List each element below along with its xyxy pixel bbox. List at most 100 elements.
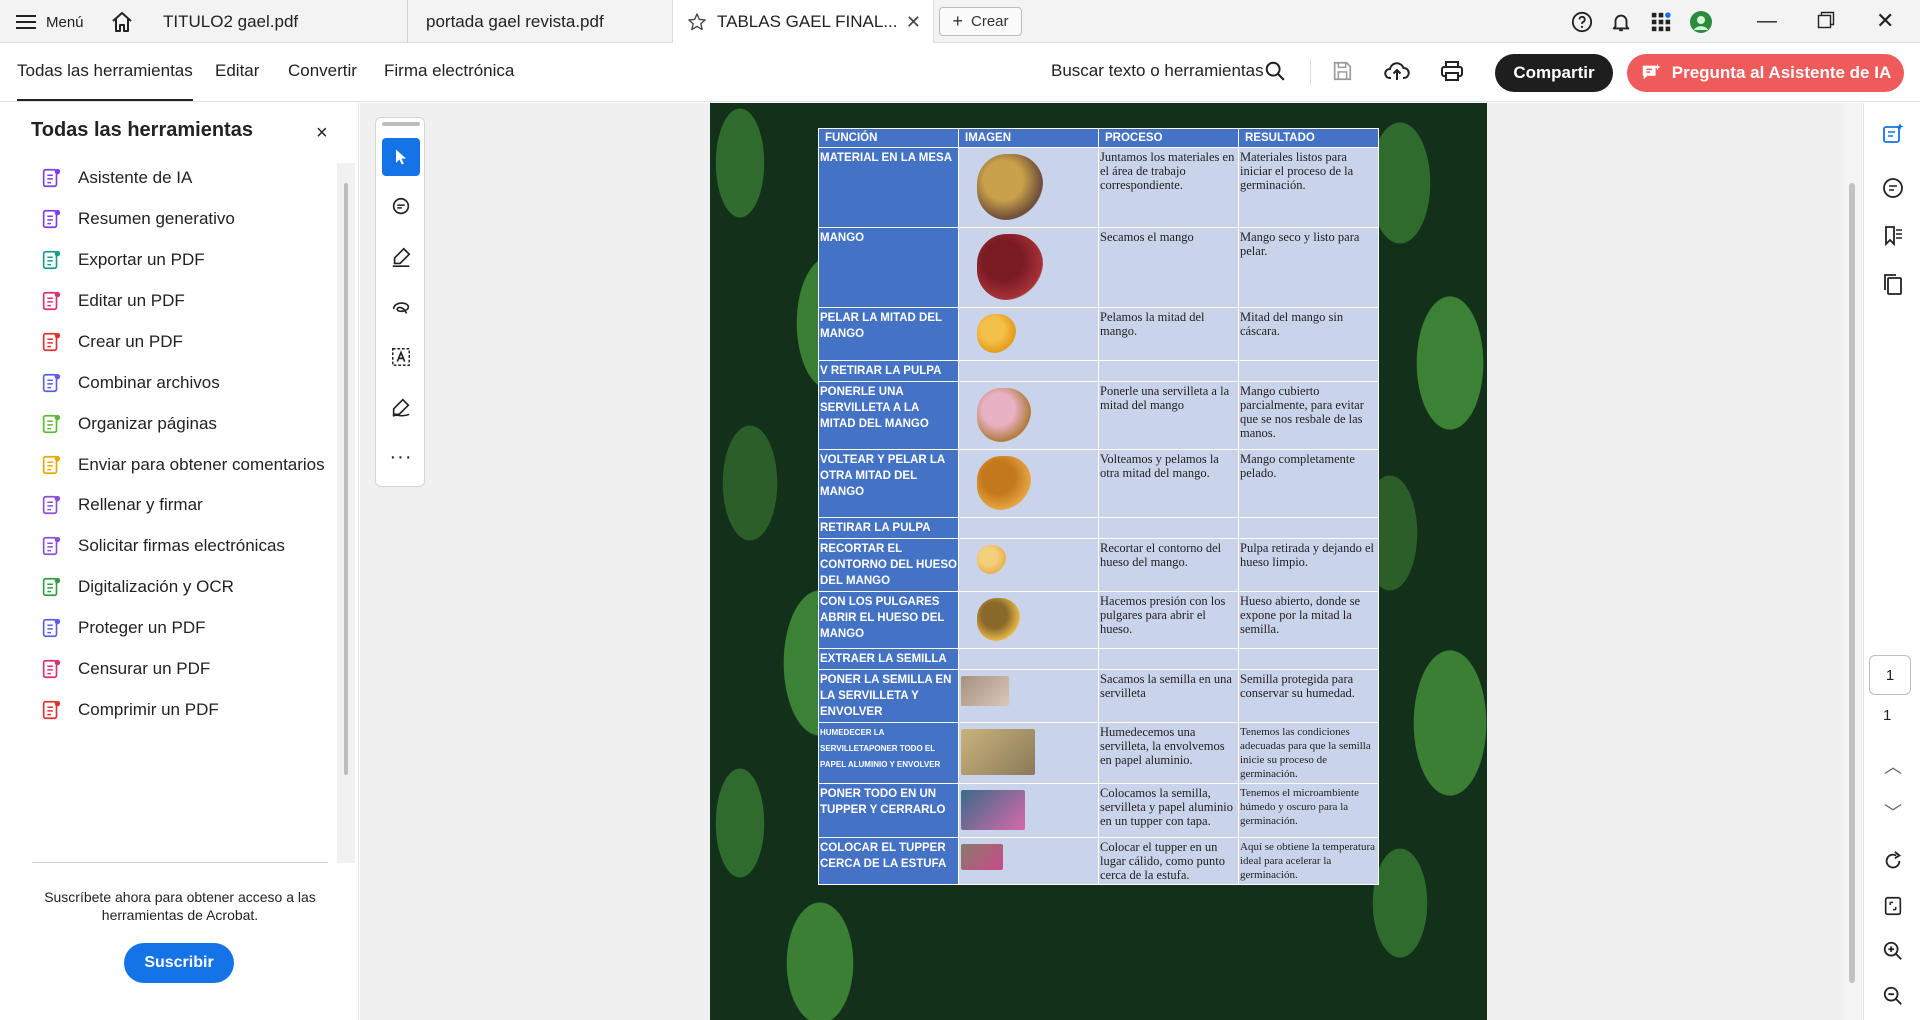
step-photo <box>977 456 1031 510</box>
step-photo <box>977 314 1016 353</box>
zoom-in-icon[interactable] <box>1880 938 1906 964</box>
search-tools-label[interactable]: Buscar texto o herramientas <box>1051 61 1264 81</box>
tab-convert[interactable]: Convertir <box>288 61 357 81</box>
tool-item[interactable]: Editar un PDF <box>40 286 185 316</box>
organize-pages-icon <box>42 414 61 434</box>
print-icon[interactable] <box>1440 59 1464 88</box>
cell-funcion: VOLTEAR Y PELAR LA OTRA MITAD DEL MANGO <box>818 449 959 518</box>
tool-item[interactable]: Organizar páginas <box>40 409 217 439</box>
combine-files-icon <box>42 373 61 393</box>
star-icon[interactable] <box>687 12 707 32</box>
toolbar-divider <box>1310 59 1311 85</box>
cell-proceso: Colocar el tupper en un lugar cálido, co… <box>1098 837 1239 885</box>
cell-funcion: HUMEDECER LA SERVILLETAPONER TODO EL PAP… <box>818 722 959 784</box>
fill-sign-icon <box>42 495 61 515</box>
drag-handle[interactable] <box>382 122 420 126</box>
ai-assistant-rail-icon[interactable] <box>1880 121 1906 147</box>
help-icon[interactable] <box>1571 11 1593 38</box>
tool-item[interactable]: Solicitar firmas electrónicas <box>40 531 285 561</box>
tool-item[interactable]: Rellenar y firmar <box>40 490 203 520</box>
add-text-tool-button[interactable] <box>382 338 420 376</box>
next-page-icon[interactable]: ﹀ <box>1880 799 1906 825</box>
comments-rail-icon[interactable] <box>1880 175 1906 201</box>
scroll-thumb[interactable] <box>1849 183 1855 983</box>
tab-portada[interactable]: portada gael revista.pdf <box>408 0 672 43</box>
tab-e-signature[interactable]: Firma electrónica <box>384 61 514 81</box>
close-tab-icon[interactable]: ✕ <box>906 12 921 33</box>
select-tool-button[interactable] <box>382 138 420 176</box>
tab-all-tools[interactable]: Todas las herramientas <box>17 61 193 101</box>
table-header-row: FUNCIÓN IMAGEN PROCESO RESULTADO <box>818 128 1379 148</box>
table-row: COLOCAR EL TUPPER CERCA DE LA ESTUFA Colo… <box>818 837 1379 885</box>
avatar[interactable] <box>1689 10 1713 39</box>
tab-tablas-active[interactable]: TABLAS GAEL FINAL... ✕ <box>672 0 934 43</box>
cell-proceso: Volteamos y pelamos la otra mitad del ma… <box>1098 449 1239 518</box>
total-pages: 1 <box>1883 707 1892 724</box>
tool-item[interactable]: Resumen generativo <box>40 204 235 234</box>
zoom-out-icon[interactable] <box>1880 983 1906 1009</box>
cell-resultado: Mitad del mango sin cáscara. <box>1238 307 1379 361</box>
cell-proceso <box>1098 360 1239 382</box>
draw-tool-button[interactable] <box>382 288 420 326</box>
cell-proceso: Ponerle una servilleta a la mitad del ma… <box>1098 381 1239 450</box>
cell-imagen <box>958 147 1099 228</box>
col-header-imagen: IMAGEN <box>958 128 1099 148</box>
create-button[interactable]: + Crear <box>939 7 1022 36</box>
tab-titulo2[interactable]: TITULO2 gael.pdf <box>145 0 408 43</box>
comment-tool-button[interactable] <box>382 188 420 226</box>
document-scrollbar[interactable] <box>1845 103 1861 1020</box>
cell-imagen <box>958 648 1099 670</box>
table-row: V RETIRAR LA PULPA <box>818 360 1379 382</box>
table-row: PONER TODO EN UN TUPPER Y CERRARLO Coloca… <box>818 783 1379 838</box>
tab-label: TABLAS GAEL FINAL... <box>717 11 898 31</box>
tool-item[interactable]: Digitalización y OCR <box>40 572 234 602</box>
fit-page-icon[interactable] <box>1880 893 1906 919</box>
tool-item[interactable]: Enviar para obtener comentarios <box>40 450 325 480</box>
upload-cloud-icon[interactable] <box>1384 59 1410 88</box>
panel-title: Todas las herramientas <box>31 119 253 141</box>
step-photo <box>961 844 1003 870</box>
close-window-icon[interactable]: ✕ <box>1876 8 1894 34</box>
tool-item[interactable]: Comprimir un PDF <box>40 695 219 725</box>
pages-rail-icon[interactable] <box>1880 271 1906 297</box>
tool-item[interactable]: Asistente de IA <box>40 163 192 193</box>
subscribe-button[interactable]: Suscribir <box>124 943 234 983</box>
panel-scrollbar[interactable] <box>344 183 348 775</box>
close-panel-icon[interactable]: × <box>316 122 328 145</box>
tool-item-label: Combinar archivos <box>78 373 220 392</box>
notifications-icon[interactable] <box>1610 11 1632 38</box>
home-icon[interactable] <box>110 10 134 39</box>
cell-funcion: MATERIAL EN LA MESA <box>818 147 959 228</box>
rotate-icon[interactable] <box>1880 848 1906 874</box>
tool-item[interactable]: Combinar archivos <box>40 368 220 398</box>
apps-grid-icon[interactable] <box>1650 11 1672 38</box>
text-box-icon <box>392 348 410 366</box>
cell-imagen <box>958 517 1099 539</box>
restore-window-icon[interactable] <box>1816 10 1836 35</box>
tool-item[interactable]: Censurar un PDF <box>40 654 210 684</box>
share-button[interactable]: Compartir <box>1495 54 1613 92</box>
cell-proceso: Recortar el contorno del hueso del mango… <box>1098 538 1239 592</box>
step-photo <box>977 598 1020 641</box>
tab-edit[interactable]: Editar <box>215 61 259 81</box>
ask-ai-assistant-button[interactable]: Pregunta al Asistente de IA <box>1627 54 1904 92</box>
previous-page-icon[interactable]: ︿ <box>1880 753 1906 779</box>
step-photo <box>961 676 1009 706</box>
tool-item[interactable]: Exportar un PDF <box>40 245 205 275</box>
tool-item[interactable]: Crear un PDF <box>40 327 183 357</box>
col-header-proceso: PROCESO <box>1098 128 1239 148</box>
more-tools-icon[interactable]: ··· <box>382 438 420 476</box>
tool-item[interactable]: Proteger un PDF <box>40 613 206 643</box>
menu-button[interactable]: Menú <box>16 10 84 34</box>
search-icon[interactable] <box>1264 60 1286 87</box>
sign-tool-button[interactable] <box>382 388 420 426</box>
export-pdf-icon <box>42 250 61 270</box>
bookmarks-rail-icon[interactable] <box>1880 223 1906 249</box>
minimize-window-icon[interactable]: — <box>1757 10 1777 33</box>
step-photo <box>977 154 1043 220</box>
highlight-tool-button[interactable] <box>382 238 420 276</box>
table-row: RECORTAR EL CONTORNO DEL HUESO DEL MANGO… <box>818 538 1379 592</box>
save-icon[interactable] <box>1331 60 1353 87</box>
current-page-input[interactable]: 1 <box>1869 655 1911 695</box>
cell-imagen <box>958 722 1099 784</box>
